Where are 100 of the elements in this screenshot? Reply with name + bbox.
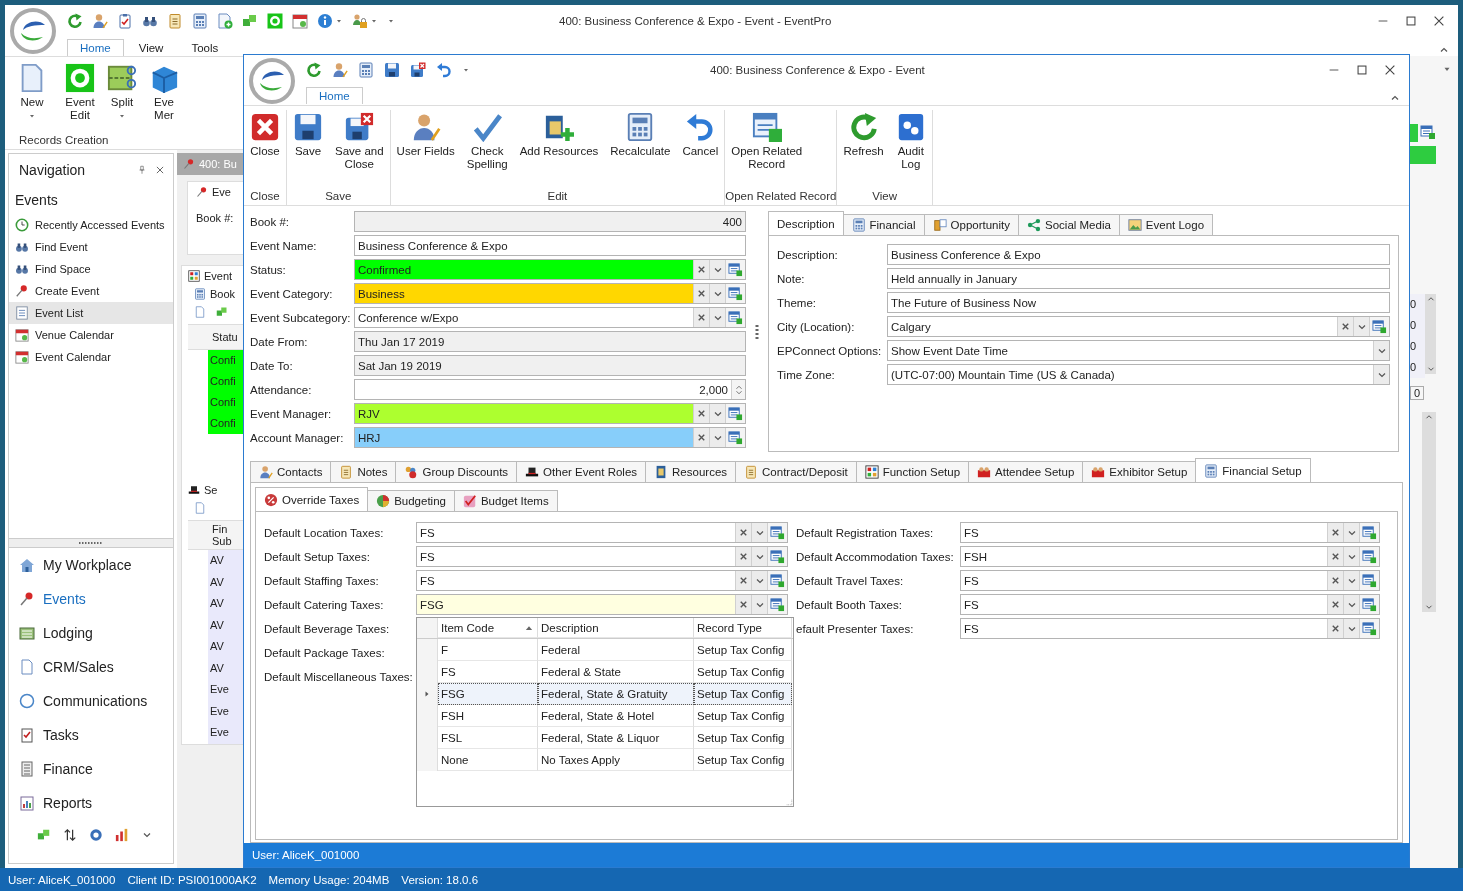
ribbon-button[interactable]: Check Spelling (460, 110, 514, 173)
clear-button[interactable] (735, 523, 751, 542)
tab[interactable]: Override Taxes (255, 487, 369, 511)
list-cell[interactable]: None (438, 749, 538, 771)
dropdown-button[interactable] (1343, 523, 1359, 542)
text-field[interactable]: Held annually in January (887, 268, 1390, 289)
customize-button[interactable] (462, 66, 470, 74)
column-header[interactable]: Fin Sub (188, 520, 243, 550)
list-cell[interactable]: Setup Tax Config (694, 705, 792, 727)
list-cell[interactable]: F (438, 639, 538, 661)
ribbon-button[interactable]: Cancel (676, 110, 725, 160)
date-field[interactable]: Sat Jan 19 2019 (354, 355, 746, 376)
lookup-button[interactable] (767, 547, 787, 566)
list-cell[interactable]: Setup Tax Config (694, 749, 792, 771)
nav-item[interactable]: Venue Calendar (9, 324, 173, 346)
lookup-field[interactable]: FS (416, 570, 788, 591)
lookup-field[interactable]: FS (960, 594, 1380, 615)
tab[interactable]: Budget Items (453, 490, 558, 511)
dropdown-field[interactable]: (UTC-07:00) Mountain Time (US & Canada) (887, 364, 1390, 385)
ribbon-button[interactable]: Split (101, 61, 143, 122)
lookup-field[interactable]: HRJ (354, 427, 746, 448)
clear-button[interactable] (1337, 317, 1353, 336)
lookup-button[interactable] (725, 428, 745, 447)
lookup-button[interactable] (725, 308, 745, 327)
tab[interactable]: Description (768, 211, 844, 235)
lookup-button[interactable] (767, 595, 787, 614)
dropdown-button[interactable] (709, 428, 725, 447)
lookup-field[interactable]: FS (416, 546, 788, 567)
ribbon-tab[interactable]: Home (306, 87, 363, 104)
dropdown-button[interactable] (751, 523, 767, 542)
tab[interactable]: Social Media (1018, 214, 1120, 235)
toolbar-button[interactable] (384, 62, 400, 78)
clear-button[interactable] (1327, 547, 1343, 566)
ribbon-button[interactable]: Eve Mer (143, 61, 185, 124)
close-button[interactable] (1432, 14, 1446, 28)
dropdown-button[interactable] (709, 404, 725, 423)
list-cell[interactable]: Setup Tax Config (694, 639, 792, 661)
lookup-field[interactable]: FS (960, 570, 1380, 591)
clear-button[interactable] (1327, 571, 1343, 590)
lookup-field[interactable]: FSG (416, 594, 788, 615)
list-cell[interactable]: Federal (538, 639, 694, 661)
nav-item[interactable]: Create Event (9, 280, 173, 302)
tab[interactable]: Exhibitor Setup (1082, 461, 1197, 482)
lookup-button[interactable] (1369, 317, 1389, 336)
module-item[interactable]: My Workplace (9, 548, 173, 582)
clear-button[interactable] (1327, 595, 1343, 614)
tab[interactable]: Resources (645, 461, 737, 482)
ribbon-tab[interactable]: Tools (178, 39, 232, 56)
module-item[interactable]: Reports (9, 786, 173, 820)
tab[interactable]: Opportunity (923, 214, 1019, 235)
ribbon-button[interactable]: Refresh (837, 110, 890, 160)
lookup-field[interactable]: FS (960, 618, 1380, 639)
tab[interactable]: Contacts (250, 461, 332, 482)
clear-button[interactable] (693, 308, 709, 327)
module-item[interactable]: Communications (9, 684, 173, 718)
clear-button[interactable] (735, 547, 751, 566)
lookup-button[interactable] (1359, 523, 1379, 542)
module-item[interactable]: CRM/Sales (9, 650, 173, 684)
nav-item[interactable]: Event List (9, 302, 173, 324)
lookup-field[interactable]: Business (354, 283, 746, 304)
clear-button[interactable] (693, 428, 709, 447)
dropdown-button[interactable] (1343, 619, 1359, 638)
tab[interactable]: Other Event Roles (516, 461, 647, 482)
tab[interactable]: Function Setup (855, 461, 970, 482)
tab[interactable]: Notes (330, 461, 397, 482)
lookup-field[interactable]: FSH (960, 546, 1380, 567)
dropdown-button[interactable] (1373, 365, 1389, 384)
column-header[interactable]: Item Code (438, 618, 538, 638)
dropdown-button[interactable] (751, 595, 767, 614)
tab-label[interactable]: Book (210, 288, 236, 300)
tab[interactable]: Contract/Deposit (735, 461, 857, 482)
ribbon-button[interactable]: Close (244, 110, 286, 160)
clear-button[interactable] (693, 260, 709, 279)
tab[interactable]: Attendee Setup (968, 461, 1084, 482)
lookup-button[interactable] (725, 260, 745, 279)
ribbon-button[interactable]: Save (287, 110, 329, 160)
toolbar-button[interactable] (63, 828, 77, 842)
tab[interactable]: Budgeting (367, 490, 455, 511)
lookup-field[interactable]: FS (960, 522, 1380, 543)
maximize-button[interactable] (1404, 14, 1418, 28)
lookup-button[interactable] (725, 404, 745, 423)
clear-button[interactable] (1327, 523, 1343, 542)
list-cell[interactable]: Setup Tax Config (694, 683, 792, 705)
lookup-button[interactable] (1359, 547, 1379, 566)
lookup-field[interactable]: RJV (354, 403, 746, 424)
lookup-field[interactable]: FS (416, 522, 788, 543)
dropdown-button[interactable] (1343, 547, 1359, 566)
list-cell[interactable]: Federal, State & Gratuity (538, 683, 694, 705)
lookup-button[interactable] (767, 523, 787, 542)
module-item[interactable]: Lodging (9, 616, 173, 650)
tab-label[interactable]: Event (204, 270, 233, 282)
list-cell[interactable]: No Taxes Apply (538, 749, 694, 771)
clear-button[interactable] (693, 404, 709, 423)
ribbon-tab[interactable]: View (125, 39, 177, 56)
text-field[interactable]: Business Conference & Expo (354, 235, 746, 256)
ribbon-button[interactable]: User Fields (390, 110, 461, 160)
ribbon-button[interactable]: Event Edit (59, 61, 101, 124)
maximize-button[interactable] (1355, 63, 1369, 77)
list-cell[interactable]: Setup Tax Config (694, 727, 792, 749)
number-field[interactable]: 2,000 (354, 379, 746, 400)
